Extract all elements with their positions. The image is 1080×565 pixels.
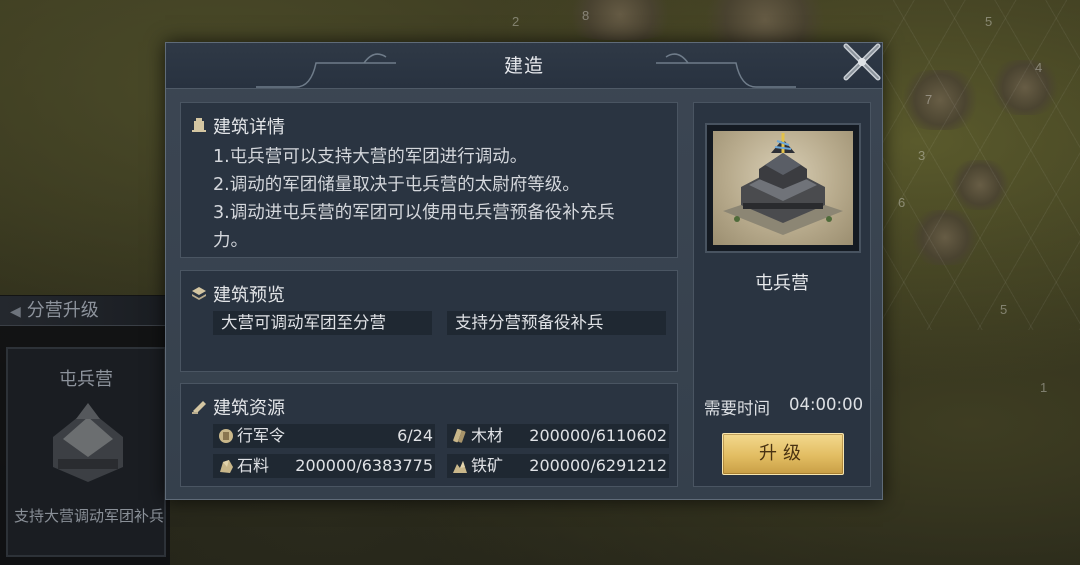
back-arrow-icon[interactable]: ◀: [10, 304, 21, 320]
building-resources-panel: 建筑资源 行军令 6/24 木材 200000/6110602 石料 20000…: [180, 383, 678, 487]
time-label: 需要时间: [704, 399, 770, 418]
resources-heading-text: 建筑资源: [213, 398, 285, 419]
resource-name: 铁矿: [471, 456, 504, 475]
map-tile-number: 3: [918, 148, 926, 163]
close-button[interactable]: [840, 40, 884, 84]
building-name: 屯兵营: [755, 273, 809, 294]
sidebar-header: ◀ 分营升级: [0, 296, 170, 326]
building-icon: [192, 118, 206, 132]
preview-tag: 支持分营预备役补兵: [447, 311, 666, 335]
map-tile-number: 7: [925, 92, 933, 107]
resource-value: 200000/6291212: [529, 456, 667, 475]
map-tile-number: 5: [1000, 302, 1008, 317]
map-settlement: [690, 0, 840, 45]
details-heading-text: 建筑详情: [213, 117, 285, 138]
barracks-illustration-icon: [723, 133, 843, 235]
resource-value: 6/24: [397, 426, 433, 445]
details-line: 2.调动的军团储量取决于屯兵营的太尉府等级。: [213, 175, 580, 195]
resource-row-march-order: 行军令 6/24: [213, 424, 435, 448]
upgrade-button[interactable]: 升级: [722, 433, 844, 475]
building-summary-panel: 屯兵营 需要时间 04:00:00 升级: [693, 102, 871, 487]
map-tile-number: 1: [1040, 380, 1048, 395]
dialog-title: 建造: [503, 55, 544, 77]
iron-icon: [453, 461, 467, 473]
resources-icon: [192, 401, 206, 414]
map-tile-number: 4: [1035, 60, 1043, 75]
resource-row-wood: 木材 200000/6110602: [447, 424, 669, 448]
time-value: 04:00:00: [789, 395, 864, 414]
map-settlement: [560, 0, 680, 40]
details-heading: 建筑详情: [191, 113, 285, 139]
resource-value: 200000/6110602: [529, 426, 667, 445]
layers-icon: [192, 287, 206, 300]
building-preview-panel: 建筑预览 大营可调动军团至分营 支持分营预备役补兵: [180, 270, 678, 372]
preview-tag: 大营可调动军团至分营: [213, 311, 432, 335]
map-tile-number: 5: [985, 14, 993, 29]
sidebar-title: 分营升级: [26, 300, 99, 321]
sidebar-card-desc: 支持大营调动军团补兵: [14, 507, 165, 525]
resource-value: 200000/6383775: [295, 456, 433, 475]
resource-name: 石料: [237, 456, 270, 475]
scroll-icon: [219, 429, 233, 443]
details-lines: 1.屯兵营可以支持大营的军团进行调动。 2.调动的军团储量取决于屯兵营的太尉府等…: [213, 143, 663, 255]
map-tile-number: 8: [582, 8, 590, 23]
resource-name: 木材: [471, 426, 504, 445]
wood-icon: [453, 428, 466, 443]
preview-heading-text: 建筑预览: [213, 285, 285, 306]
barracks-thumbnail-icon: [53, 403, 123, 482]
resource-row-iron: 铁矿 200000/6291212: [447, 454, 669, 478]
close-icon: [843, 43, 881, 81]
preview-heading: 建筑预览: [191, 281, 285, 307]
resource-row-stone: 石料 200000/6383775: [213, 454, 435, 478]
map-tile-number: 6: [898, 195, 906, 210]
details-line: 1.屯兵营可以支持大营的军团进行调动。: [213, 147, 528, 167]
resources-heading: 建筑资源: [191, 394, 285, 420]
sidebar-card-name: 屯兵营: [59, 369, 113, 390]
details-line: 3.调动进屯兵营的军团可以使用屯兵营预备役补充兵: [213, 203, 615, 223]
building-details-panel: 建筑详情 1.屯兵营可以支持大营的军团进行调动。 2.调动的军团储量取决于屯兵营…: [180, 102, 678, 258]
building-thumbnail: [705, 123, 861, 253]
details-line: 力。: [213, 231, 248, 251]
hex-grid-overlay: [880, 0, 1080, 330]
sidebar-building-card[interactable]: 屯兵营 支持大营调动军团补兵: [6, 347, 166, 557]
map-tile-number: 2: [512, 14, 520, 29]
resource-name: 行军令: [237, 426, 286, 445]
dialog-header: 建造: [166, 43, 882, 89]
stone-icon: [220, 460, 233, 473]
